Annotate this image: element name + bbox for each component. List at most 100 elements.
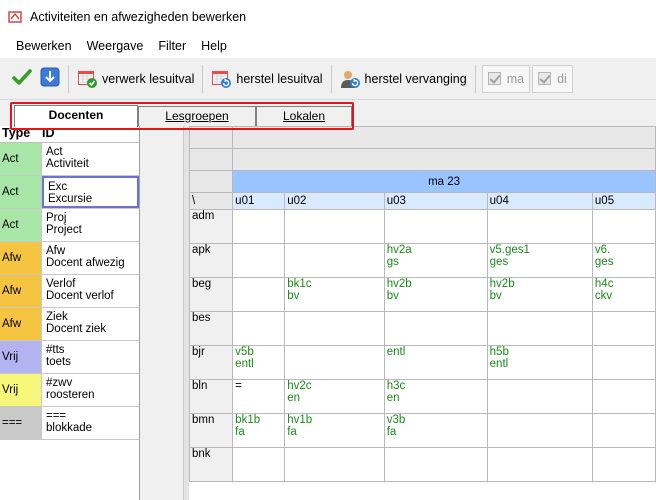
lesson-cell[interactable] bbox=[284, 447, 385, 482]
tab-strip: Docenten Lesgroepen Lokalen bbox=[0, 100, 656, 127]
lesson-cell[interactable] bbox=[591, 345, 656, 380]
lesson-cell[interactable] bbox=[486, 209, 593, 244]
menu-weergave[interactable]: Weergave bbox=[87, 39, 144, 53]
tab-lesgroepen[interactable]: Lesgroepen bbox=[138, 106, 256, 126]
tab-lokalen[interactable]: Lokalen bbox=[256, 106, 352, 126]
lesson-cell[interactable]: v3b fa bbox=[383, 413, 488, 448]
lesson-group: h4c bbox=[594, 278, 614, 291]
lesson-cell[interactable] bbox=[486, 447, 593, 482]
herstel-vervanging-button[interactable]: herstel vervanging bbox=[336, 65, 471, 93]
download-button[interactable] bbox=[36, 65, 64, 93]
teacher-code[interactable]: bln bbox=[188, 379, 234, 414]
lesson-cell[interactable]: hv2b bv bbox=[383, 277, 488, 312]
menu-bewerken[interactable]: Bewerken bbox=[16, 39, 72, 53]
type-cell: Afw bbox=[0, 308, 42, 340]
toolbar-separator bbox=[474, 64, 476, 93]
period-header: u02 bbox=[284, 192, 385, 210]
type-row[interactable]: Act Exc Excursie bbox=[0, 176, 139, 209]
lesson-cell[interactable] bbox=[284, 209, 385, 244]
id-cell: Afw Docent afwezig bbox=[42, 242, 139, 274]
id-description: Docent ziek bbox=[46, 323, 107, 335]
type-row[interactable]: Afw Afw Docent afwezig bbox=[0, 242, 139, 275]
lesson-cell[interactable]: h5b entl bbox=[486, 345, 593, 380]
id-code: #zwv bbox=[46, 377, 73, 389]
tab-docenten[interactable]: Docenten bbox=[14, 105, 138, 127]
lesson-group: v3b bbox=[386, 414, 406, 427]
lesson-cell[interactable]: hv1b fa bbox=[284, 413, 385, 448]
teacher-row: bnk bbox=[188, 447, 656, 482]
teacher-code[interactable]: beg bbox=[188, 277, 234, 312]
lesson-cell[interactable] bbox=[232, 209, 286, 244]
lesson-cell[interactable]: hv2b bv bbox=[486, 277, 593, 312]
teacher-code[interactable]: bjr bbox=[188, 345, 234, 380]
lesson-cell[interactable]: entl bbox=[383, 345, 488, 380]
lesson-cell[interactable] bbox=[591, 379, 656, 414]
lesson-cell[interactable]: bk1c bv bbox=[284, 277, 385, 312]
teacher-code[interactable]: bes bbox=[188, 311, 234, 346]
lesson-cell[interactable] bbox=[383, 311, 488, 346]
id-cell: #tts toets bbox=[42, 341, 139, 373]
lesson-subject: ges bbox=[489, 256, 509, 268]
teacher-code[interactable]: apk bbox=[188, 243, 234, 278]
id-cell: Verlof Docent verlof bbox=[42, 275, 139, 307]
day-toggle-di[interactable]: di bbox=[532, 64, 573, 93]
grid-gutter bbox=[141, 126, 189, 500]
teacher-row: beg bk1c bv hv2b bv hv2b bv h4c ckv bbox=[188, 277, 656, 312]
type-row[interactable]: Act Act Activiteit bbox=[0, 143, 139, 176]
type-row[interactable]: Afw Ziek Docent ziek bbox=[0, 308, 139, 341]
type-row[interactable]: Vrij #zwv roosteren bbox=[0, 374, 139, 407]
lesson-cell[interactable]: bk1b fa bbox=[232, 413, 286, 448]
herstel-lesuitval-button[interactable]: herstel lesuitval bbox=[207, 65, 326, 93]
type-row[interactable]: === === blokkade bbox=[0, 407, 139, 440]
lesson-cell[interactable] bbox=[284, 311, 385, 346]
lesson-cell[interactable]: hv2c en bbox=[284, 379, 385, 414]
person-undo-icon bbox=[340, 69, 362, 89]
lesson-cell[interactable] bbox=[232, 311, 286, 346]
lesson-cell[interactable] bbox=[284, 243, 385, 278]
lesson-cell[interactable]: v5b entl bbox=[232, 345, 286, 380]
teacher-code[interactable]: bmn bbox=[188, 413, 234, 448]
type-cell: Act bbox=[0, 143, 42, 175]
menu-help[interactable]: Help bbox=[201, 39, 227, 53]
confirm-button[interactable] bbox=[8, 65, 36, 93]
lesson-group: v6. bbox=[594, 244, 611, 257]
lesson-cell[interactable] bbox=[486, 311, 593, 346]
checkmark-icon bbox=[12, 68, 32, 89]
tab-label: Lesgroepen bbox=[165, 109, 229, 123]
arrow-down-icon bbox=[40, 67, 60, 90]
lesson-cell[interactable]: = bbox=[232, 379, 286, 414]
lesson-cell[interactable] bbox=[383, 209, 488, 244]
type-row[interactable]: Act Proj Project bbox=[0, 209, 139, 242]
verwerk-lesuitval-button[interactable]: verwerk lesuitval bbox=[73, 65, 198, 93]
lesson-cell[interactable] bbox=[591, 311, 656, 346]
lesson-cell[interactable] bbox=[591, 447, 656, 482]
type-row[interactable]: Afw Verlof Docent verlof bbox=[0, 275, 139, 308]
menu-filter[interactable]: Filter bbox=[158, 39, 186, 53]
lesson-cell[interactable] bbox=[486, 379, 593, 414]
type-row[interactable]: Vrij #tts toets bbox=[0, 341, 139, 374]
lesson-cell[interactable]: h3c en bbox=[383, 379, 488, 414]
lesson-cell[interactable] bbox=[383, 447, 488, 482]
id-description: Project bbox=[46, 224, 82, 236]
lesson-cell[interactable]: h4c ckv bbox=[591, 277, 656, 312]
lesson-cell[interactable] bbox=[232, 447, 286, 482]
teacher-code[interactable]: bnk bbox=[188, 447, 234, 482]
header-blank-cell bbox=[188, 148, 234, 171]
id-cell: #zwv roosteren bbox=[42, 374, 139, 406]
teacher-row: bes bbox=[188, 311, 656, 346]
lesson-cell[interactable]: hv2a gs bbox=[383, 243, 488, 278]
teacher-code[interactable]: adm bbox=[188, 209, 234, 244]
lesson-cell[interactable] bbox=[486, 413, 593, 448]
lesson-cell[interactable] bbox=[591, 209, 656, 244]
type-column-header: Type bbox=[2, 126, 31, 140]
lesson-cell[interactable]: v6. ges bbox=[591, 243, 656, 278]
tab-label: Docenten bbox=[48, 108, 104, 122]
day-toggle-ma[interactable]: ma bbox=[481, 64, 531, 93]
period-header: u05 bbox=[591, 192, 656, 210]
lesson-cell[interactable] bbox=[284, 345, 385, 380]
lesson-subject: bv bbox=[489, 290, 502, 302]
lesson-cell[interactable] bbox=[232, 277, 286, 312]
lesson-cell[interactable]: v5.ges1 ges bbox=[486, 243, 593, 278]
lesson-cell[interactable] bbox=[232, 243, 286, 278]
lesson-cell[interactable] bbox=[591, 413, 656, 448]
